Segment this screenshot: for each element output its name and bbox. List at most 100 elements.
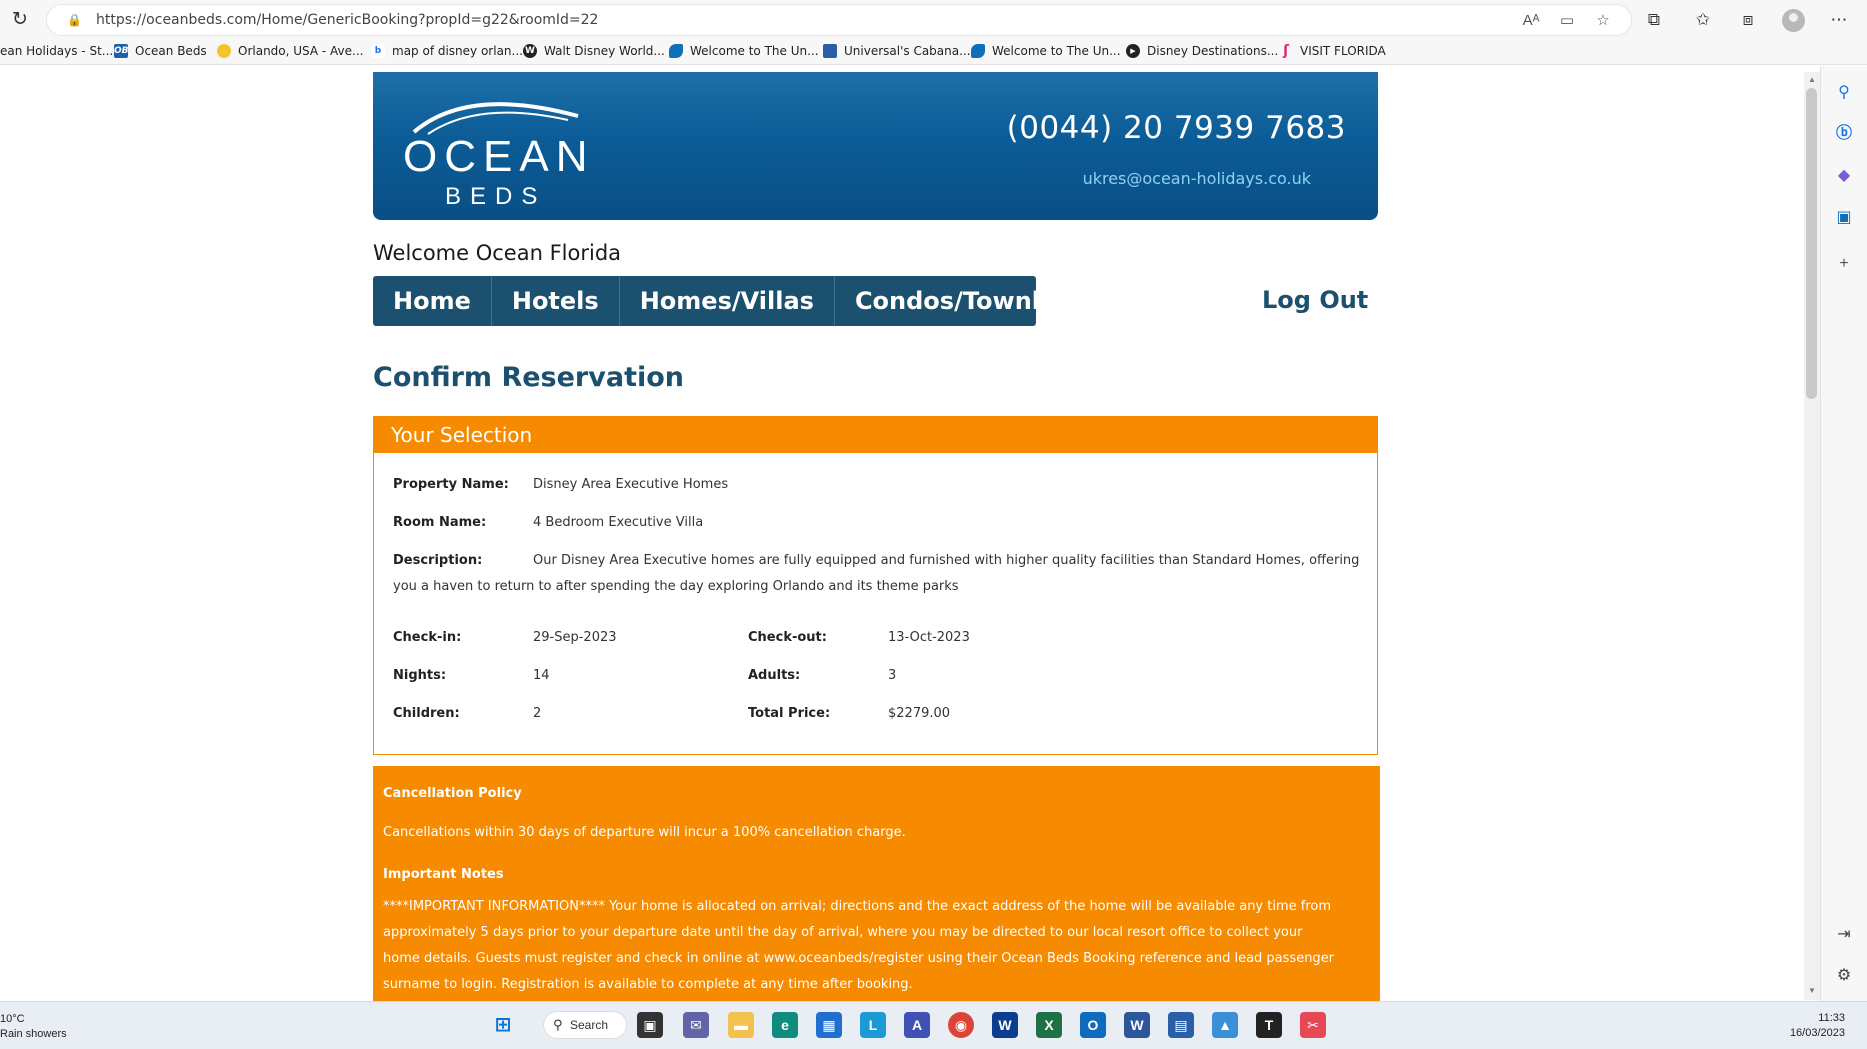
store-icon[interactable]: ▦ — [816, 1012, 842, 1038]
bookmark-item[interactable]: b map of disney orlan... — [371, 44, 523, 58]
settings-gear-icon[interactable]: ⚙ — [1833, 965, 1855, 987]
nav-home[interactable]: Home — [373, 276, 492, 326]
checkout-label: Check-out: — [748, 630, 827, 645]
remote-desktop-icon[interactable]: ▤ — [1168, 1012, 1194, 1038]
file-explorer-icon[interactable]: ▬ — [728, 1012, 754, 1038]
universal-favicon — [669, 44, 683, 58]
description-label: Description: — [393, 553, 483, 568]
more-menu-icon[interactable]: ⋯ — [1828, 9, 1850, 31]
nav-condos-townhomes[interactable]: Condos/Townhomes — [835, 276, 1141, 326]
app-l-icon[interactable]: L — [860, 1012, 886, 1038]
scroll-up-icon[interactable]: ▲ — [1806, 74, 1818, 86]
chrome-icon[interactable]: ◉ — [948, 1012, 974, 1038]
photos-icon[interactable]: ▲ — [1212, 1012, 1238, 1038]
nav-homes-villas[interactable]: Homes/Villas — [620, 276, 835, 326]
app-a-icon[interactable]: A — [904, 1012, 930, 1038]
hide-sidebar-icon[interactable]: ⇥ — [1833, 924, 1855, 946]
collections-icon[interactable]: ⧈ — [1737, 9, 1759, 31]
scroll-down-icon[interactable]: ▼ — [1806, 985, 1818, 997]
edge-sidebar: ⚲ ⓑ ◆ ▣ + ⇥ ⚙ — [1820, 66, 1867, 1001]
header-email-link[interactable]: ukres@ocean-holidays.co.uk — [1083, 169, 1311, 188]
bookmarks-bar: ean Holidays - St... OB Ocean Beds Orland… — [0, 40, 1867, 65]
checkout-value: 13-Oct-2023 — [888, 630, 970, 645]
app-t-icon[interactable]: T — [1256, 1012, 1282, 1038]
cancellation-heading: Cancellation Policy — [383, 786, 522, 801]
search-icon[interactable]: ⚲ — [1833, 82, 1855, 104]
cancellation-text: Cancellations within 30 days of departur… — [383, 825, 906, 840]
weather-favicon — [217, 44, 231, 58]
bookmark-item[interactable]: Universal's Cabana... — [823, 44, 971, 58]
url-text[interactable]: https://oceanbeds.com/Home/GenericBookin… — [96, 12, 598, 28]
children-value: 2 — [533, 706, 542, 721]
extensions-icon[interactable]: ⧉ — [1643, 9, 1665, 31]
reload-icon[interactable]: ↻ — [9, 9, 31, 31]
welcome-message: Welcome Ocean Florida — [373, 241, 622, 265]
universal-cabana-favicon — [823, 44, 837, 58]
bookmark-item[interactable]: OB Ocean Beds — [114, 44, 207, 58]
search-icon: ⚲ — [553, 1017, 563, 1032]
taskbar-search[interactable]: ⚲ Search — [543, 1011, 627, 1039]
app-w-icon[interactable]: W — [992, 1012, 1018, 1038]
favorite-add-icon[interactable]: ☆ — [1593, 11, 1613, 31]
bookmark-item[interactable]: ▶ Disney Destinations... — [1126, 44, 1278, 58]
read-aloud-icon[interactable]: Aᴬ — [1521, 11, 1541, 31]
notes-text: ****IMPORTANT INFORMATION**** Your home … — [383, 899, 1335, 992]
header-phone: (0044) 20 7939 7683 — [1006, 110, 1346, 146]
bookmark-item[interactable]: Welcome to The Un... — [971, 44, 1121, 58]
bookmark-item[interactable]: ean Holidays - St... — [0, 44, 113, 58]
nav-hotels[interactable]: Hotels — [492, 276, 620, 326]
children-label: Children: — [393, 706, 460, 721]
logo-text-bottom: BEDS — [445, 183, 547, 210]
shopping-icon[interactable]: ◆ — [1833, 165, 1855, 187]
logo-text-top: OCEAN — [403, 132, 595, 181]
logout-link[interactable]: Log Out — [1262, 286, 1368, 314]
clock-time: 11:33 — [1818, 1012, 1845, 1024]
word-icon[interactable]: W — [1124, 1012, 1150, 1038]
snipping-tool-icon[interactable]: ✂ — [1300, 1012, 1326, 1038]
scrollbar-thumb[interactable] — [1806, 88, 1817, 399]
outlook-taskbar-icon[interactable]: O — [1080, 1012, 1106, 1038]
adults-label: Adults: — [748, 668, 801, 683]
excel-icon[interactable]: X — [1036, 1012, 1062, 1038]
disney-favicon: W — [523, 44, 537, 58]
room-label: Room Name: — [393, 515, 487, 530]
main-nav: Home Hotels Homes/Villas Condos/Townhome… — [373, 276, 1121, 326]
weather-desc: Rain showers — [0, 1028, 67, 1040]
add-icon[interactable]: + — [1833, 253, 1855, 275]
checkin-label: Check-in: — [393, 630, 462, 645]
clock-date: 16/03/2023 — [1789, 1027, 1845, 1039]
address-bar: ↻ 🔒 https://oceanbeds.com/Home/GenericBo… — [0, 0, 1867, 40]
ocean-beds-favicon: OB — [114, 44, 129, 58]
lock-icon[interactable]: 🔒 — [67, 13, 82, 27]
total-price-value: $2279.00 — [888, 706, 951, 721]
policy-panel: Cancellation Policy Cancellations within… — [373, 766, 1380, 1001]
windows-start-icon[interactable]: ⊞ — [490, 1012, 516, 1038]
profile-avatar[interactable] — [1782, 9, 1805, 32]
selection-heading: Your Selection — [374, 417, 1377, 453]
immersive-reader-icon[interactable]: ▭ — [1557, 11, 1577, 31]
nights-value: 14 — [533, 668, 550, 683]
browser-window: ↻ 🔒 https://oceanbeds.com/Home/GenericBo… — [0, 0, 1867, 1001]
ocean-beds-logo[interactable]: OCEAN BEDS — [403, 88, 595, 210]
task-view-icon[interactable]: ▣ — [637, 1012, 663, 1038]
edge-browser-icon[interactable]: e — [772, 1012, 798, 1038]
bookmark-item[interactable]: W Walt Disney World... — [523, 44, 665, 58]
outlook-icon[interactable]: ▣ — [1833, 207, 1855, 229]
property-label: Property Name: — [393, 477, 509, 492]
bing-chat-icon[interactable]: ⓑ — [1833, 123, 1855, 145]
bookmark-item[interactable]: ʃ VISIT FLORIDA — [1279, 44, 1386, 58]
page-viewport: OCEAN BEDS (0044) 20 7939 7683 ukres@oce… — [0, 66, 1820, 1001]
property-value: Disney Area Executive Homes — [533, 477, 729, 492]
visit-florida-favicon: ʃ — [1283, 43, 1289, 59]
play-favicon: ▶ — [1126, 44, 1140, 58]
taskbar-clock[interactable]: 11:33 16/03/2023 — [1790, 1011, 1845, 1041]
url-box[interactable]: 🔒 https://oceanbeds.com/Home/GenericBook… — [46, 4, 1632, 36]
checkin-value: 29-Sep-2023 — [533, 630, 617, 645]
weather-widget[interactable]: 10°C Rain showers — [0, 1012, 67, 1042]
teams-chat-icon[interactable]: ✉ — [683, 1012, 709, 1038]
bookmark-item[interactable]: Welcome to The Un... — [669, 44, 819, 58]
nights-label: Nights: — [393, 668, 447, 683]
bookmark-item[interactable]: Orlando, USA - Ave... — [217, 44, 363, 58]
taskbar: 10°C Rain showers ⊞ ⚲ Search ▣ ✉ ▬ e ▦ L… — [0, 1001, 1867, 1049]
favorites-icon[interactable]: ✩ — [1692, 9, 1714, 31]
